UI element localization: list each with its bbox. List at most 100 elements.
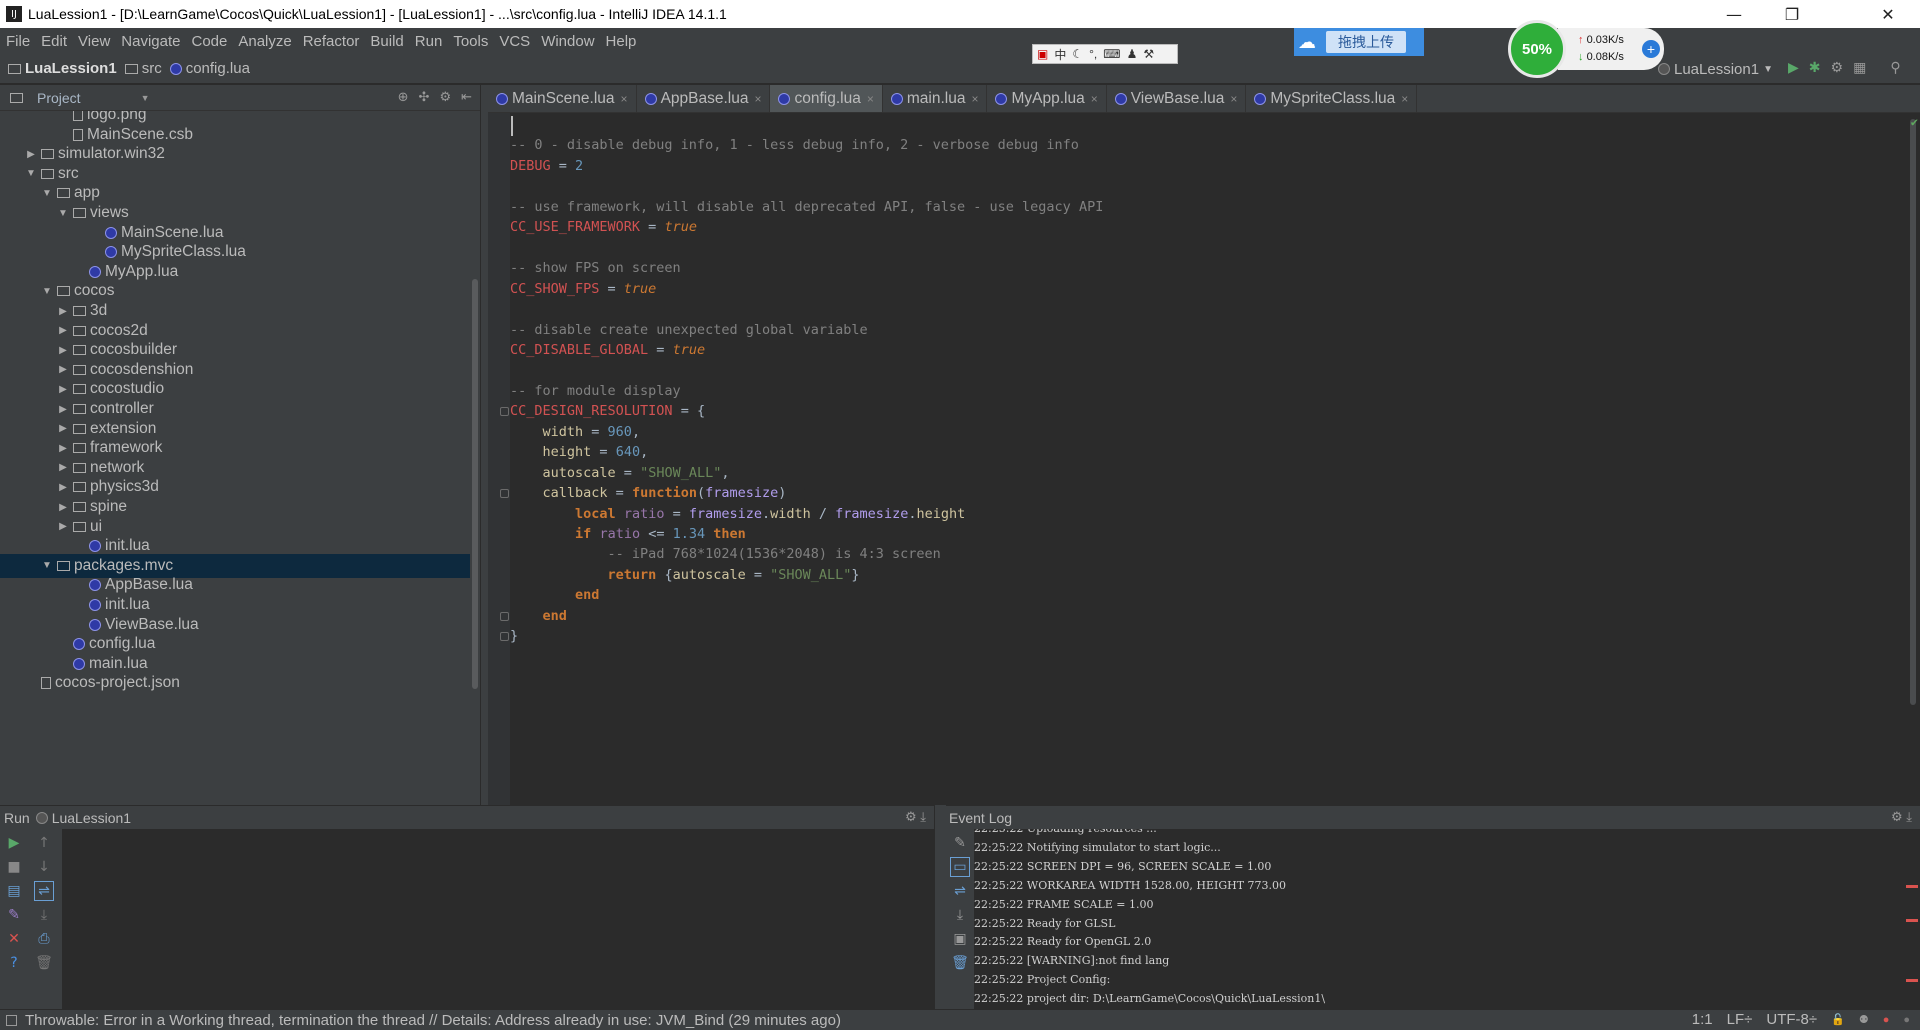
run-console-scrollbar[interactable] bbox=[922, 829, 934, 1009]
menu-build[interactable]: Build bbox=[370, 33, 403, 50]
tab-main-lua[interactable]: main.lua × bbox=[883, 85, 988, 112]
scroll-to-end-icon[interactable]: ⤓ bbox=[950, 905, 970, 925]
code-line[interactable]: } bbox=[510, 624, 518, 649]
collapse-arrow-icon[interactable]: ▶ bbox=[56, 306, 70, 317]
tab-config-lua[interactable]: config.lua × bbox=[770, 85, 883, 112]
expand-arrow-icon[interactable]: ▼ bbox=[40, 286, 54, 297]
error-stripe[interactable] bbox=[1906, 885, 1918, 888]
scroll-to-end-icon[interactable]: ⤓ bbox=[34, 905, 54, 925]
sdk-icon[interactable]: ▦ bbox=[1853, 59, 1866, 76]
speed-plus-icon[interactable]: + bbox=[1642, 40, 1660, 58]
event-log-body[interactable]: 22:25:22 Uploading resources ... 22:25:22… bbox=[974, 829, 1902, 1009]
lock-icon[interactable]: 🔓 bbox=[1831, 1013, 1845, 1026]
menu-refactor[interactable]: Refactor bbox=[303, 33, 360, 50]
editor-scroll-thumb[interactable] bbox=[1910, 119, 1916, 705]
collapse-arrow-icon[interactable]: ▶ bbox=[56, 345, 70, 356]
close-tab-icon[interactable]: × bbox=[621, 92, 628, 106]
run-console[interactable] bbox=[62, 829, 922, 1009]
collapse-arrow-icon[interactable]: ▶ bbox=[56, 502, 70, 513]
memory-indicator-icon[interactable]: ● bbox=[1903, 1014, 1910, 1026]
code-editor[interactable]: ✔ -- 0 - disable debug info, 1 - less de… bbox=[488, 113, 1920, 805]
error-stripe[interactable] bbox=[1906, 919, 1918, 922]
event-log-badge-icon[interactable]: ● bbox=[1883, 1014, 1890, 1026]
menu-code[interactable]: Code bbox=[191, 33, 227, 50]
restore-button[interactable]: ❐ bbox=[1764, 0, 1820, 28]
ime-wrench-icon[interactable]: ⚒ bbox=[1143, 47, 1154, 61]
ime-toolbar[interactable]: ▣ 中 ☾ °, ⌨ ♟ ⚒ bbox=[1032, 44, 1178, 64]
fold-marker-icon[interactable] bbox=[500, 611, 509, 621]
menu-run[interactable]: Run bbox=[415, 33, 443, 50]
expand-arrow-icon[interactable]: ▼ bbox=[24, 168, 38, 179]
mark-read-icon[interactable]: ✎ bbox=[950, 833, 970, 853]
fold-marker-icon[interactable] bbox=[500, 407, 509, 417]
editor-scrollbar[interactable]: ✔ bbox=[1906, 113, 1920, 805]
menu-analyze[interactable]: Analyze bbox=[238, 33, 291, 50]
fold-marker-icon[interactable] bbox=[500, 632, 509, 642]
menu-view[interactable]: View bbox=[78, 33, 110, 50]
event-log-scrollbar[interactable] bbox=[1902, 829, 1920, 1009]
collapse-arrow-icon[interactable]: ▶ bbox=[56, 521, 70, 532]
ime-punct-icon[interactable]: °, bbox=[1089, 47, 1097, 61]
stop-icon[interactable]: ■ bbox=[4, 857, 24, 877]
tab-appbase-lua[interactable]: AppBase.lua × bbox=[637, 85, 771, 112]
collapse-arrow-icon[interactable]: ▶ bbox=[56, 325, 70, 336]
close-tab-icon[interactable]: × bbox=[971, 92, 978, 106]
menu-file[interactable]: File bbox=[6, 33, 30, 50]
error-stripe[interactable] bbox=[1906, 979, 1918, 982]
search-everywhere-icon[interactable]: ⚲ bbox=[1890, 59, 1900, 76]
settings-gear-icon[interactable]: ⚙ bbox=[439, 89, 451, 105]
tab-myapp-lua[interactable]: MyApp.lua × bbox=[987, 85, 1107, 112]
project-view-selector[interactable]: Project bbox=[37, 90, 81, 106]
menu-vcs[interactable]: VCS bbox=[499, 33, 530, 50]
ime-keyboard-icon[interactable]: ⌨ bbox=[1103, 47, 1120, 61]
clear-all-icon[interactable]: 🗑 bbox=[950, 953, 970, 973]
scroll-up-icon[interactable]: ↑ bbox=[34, 833, 54, 853]
code-line[interactable]: CC_SHOW_FPS = true bbox=[510, 277, 656, 302]
breadcrumb-folder[interactable]: src bbox=[124, 60, 162, 77]
minimize-button[interactable]: — bbox=[1706, 0, 1762, 28]
tab-myspriteclass-lua[interactable]: MySpriteClass.lua × bbox=[1246, 85, 1418, 112]
project-scrollbar[interactable] bbox=[470, 111, 480, 805]
ime-user-icon[interactable]: ♟ bbox=[1127, 47, 1138, 61]
collapse-icon[interactable]: ✣ bbox=[419, 89, 430, 105]
code-line[interactable]: end bbox=[510, 604, 567, 629]
hide-panel-icon[interactable]: ⇤ bbox=[461, 89, 472, 105]
clear-all-icon[interactable]: 🗑 bbox=[34, 953, 54, 973]
print-icon[interactable]: ⎙ bbox=[34, 929, 54, 949]
rerun-icon[interactable]: ▶ bbox=[4, 833, 24, 853]
tree-file[interactable]: cocos-project.json bbox=[0, 671, 470, 695]
collapse-arrow-icon[interactable]: ▶ bbox=[56, 364, 70, 375]
close-tab-icon[interactable]: × bbox=[867, 92, 874, 106]
close-window-button[interactable]: ✕ bbox=[1860, 0, 1916, 28]
close-tab-icon[interactable]: × bbox=[1401, 92, 1408, 106]
menu-window[interactable]: Window bbox=[541, 33, 594, 50]
panel-splitter[interactable] bbox=[480, 85, 488, 805]
run-config-selector[interactable]: LuaLession1 ▼ bbox=[1658, 59, 1773, 79]
line-separator[interactable]: LF÷ bbox=[1727, 1011, 1753, 1028]
caret-position[interactable]: 1:1 bbox=[1692, 1011, 1713, 1028]
pin-icon[interactable]: ✎ bbox=[4, 905, 24, 925]
balloon-icon[interactable]: ▭ bbox=[950, 857, 970, 877]
menu-tools[interactable]: Tools bbox=[453, 33, 488, 50]
menu-help[interactable]: Help bbox=[606, 33, 637, 50]
collapse-arrow-icon[interactable]: ▶ bbox=[56, 404, 70, 415]
network-speed-widget[interactable]: ↑ 0.03K/s ↓ 0.08K/s + 50% bbox=[1508, 20, 1664, 78]
collapse-arrow-icon[interactable]: ▶ bbox=[56, 462, 70, 473]
close-tab-icon[interactable]: × bbox=[1230, 92, 1237, 106]
breadcrumb-project[interactable]: LuaLession1 bbox=[8, 60, 117, 77]
fold-marker-icon[interactable] bbox=[500, 489, 509, 499]
code-line[interactable]: -- 0 - disable debug info, 1 - less debu… bbox=[510, 133, 1079, 158]
expand-arrow-icon[interactable]: ▼ bbox=[40, 188, 54, 199]
speed-percent-circle[interactable]: 50% bbox=[1508, 20, 1566, 78]
debug-icon[interactable]: ✱ bbox=[1809, 59, 1821, 76]
soft-wrap-icon[interactable]: ⇌ bbox=[34, 881, 54, 901]
editor-gutter[interactable] bbox=[488, 113, 510, 805]
collapse-arrow-icon[interactable]: ▶ bbox=[56, 384, 70, 395]
code-line[interactable]: CC_DISABLE_GLOBAL = true bbox=[510, 338, 705, 363]
toggle-tool-windows-icon[interactable] bbox=[6, 1014, 17, 1026]
close-tab-icon[interactable]: × bbox=[1091, 92, 1098, 106]
restore-layout-icon[interactable]: ▤ bbox=[4, 881, 24, 901]
collapse-arrow-icon[interactable]: ▶ bbox=[56, 443, 70, 454]
cloud-upload-label[interactable]: 拖拽上传 bbox=[1326, 31, 1406, 53]
ime-language-label[interactable]: 中 bbox=[1054, 46, 1066, 63]
